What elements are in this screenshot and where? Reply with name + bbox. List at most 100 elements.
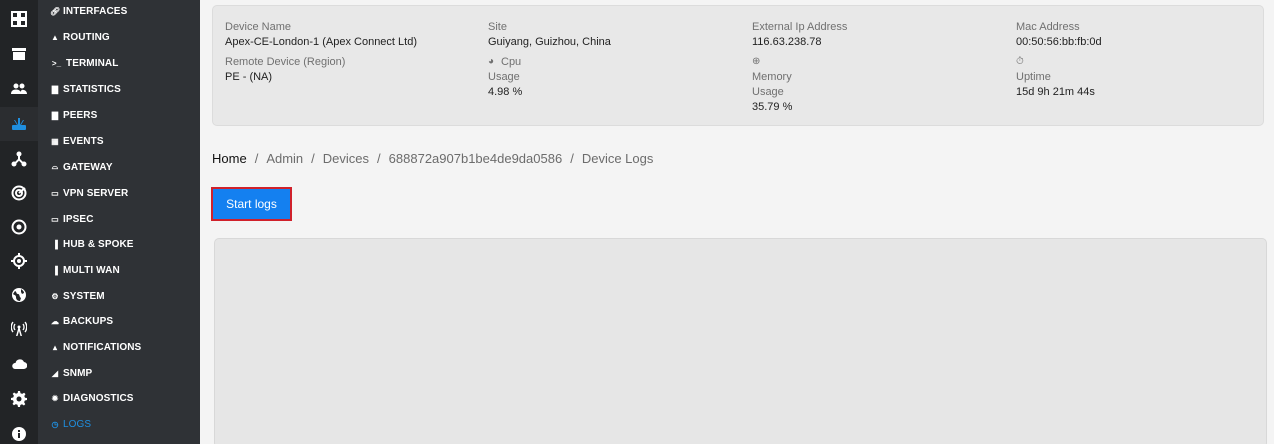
submenu-item-label: HUB & SPOKE: [63, 238, 134, 250]
mac-address-value: 00:50:56:bb:fb:0d: [1016, 36, 1102, 48]
submenu-item-logs[interactable]: ◷ LOGS: [50, 416, 91, 432]
info-icon[interactable]: [0, 417, 38, 444]
bug-icon: ✹: [51, 393, 59, 403]
memory-usage-label: Usage: [752, 86, 784, 98]
server-icon: ▭: [51, 214, 59, 224]
books-icon: ▐: [52, 265, 58, 275]
site-label: Site: [488, 21, 507, 33]
submenu-item-label: ROUTING: [63, 31, 110, 43]
submenu-item-label: NOTIFICATIONS: [63, 341, 142, 353]
uptime-value: 15d 9h 21m 44s: [1016, 86, 1095, 98]
breadcrumb-separator: /: [377, 150, 381, 166]
submenu-item-ipsec[interactable]: ▭ IPSEC: [50, 211, 94, 227]
submenu-item-snmp[interactable]: ◢ SNMP: [50, 365, 92, 381]
cpu-label: Cpu: [501, 56, 522, 68]
gauge-icon: ◕: [488, 56, 495, 67]
start-logs-button[interactable]: Start logs: [211, 187, 292, 221]
submenu-item-vpn-server[interactable]: ▭ VPN SERVER: [50, 185, 128, 201]
device-name-label: Device Name: [225, 21, 292, 33]
breadcrumb-current: Device Logs: [581, 150, 654, 166]
uptime-label: Uptime: [1016, 71, 1051, 83]
signal-icon: ◢: [51, 368, 59, 378]
antenna-icon[interactable]: [0, 312, 38, 346]
breadcrumb-admin[interactable]: Admin: [266, 151, 303, 166]
submenu-item-system[interactable]: ⚙︎ SYSTEM: [50, 288, 105, 304]
clock-icon: ◷: [51, 419, 59, 429]
remote-device-value: PE - (NA): [225, 71, 273, 83]
submenu-item-routing[interactable]: ▲ ROUTING: [50, 29, 110, 45]
memory-usage-value: 35.79 %: [752, 101, 793, 113]
submenu-item-label: SYSTEM: [63, 290, 105, 302]
breadcrumb-home[interactable]: Home: [212, 151, 247, 166]
submenu-item-hub-spoke[interactable]: ▐ HUB & SPOKE: [50, 236, 134, 252]
users-icon[interactable]: [0, 72, 38, 106]
breadcrumb-devices[interactable]: Devices: [323, 151, 369, 166]
topology-icon[interactable]: [0, 142, 38, 176]
icon-rail: [0, 0, 38, 444]
submenu-item-label: GATEWAY: [63, 161, 113, 173]
terminal-icon: >_: [51, 58, 62, 68]
cloud-upload-icon: ☁︎: [50, 316, 60, 326]
submenu-item-backups[interactable]: ☁︎ BACKUPS: [50, 313, 113, 329]
submenu-item-label: VPN SERVER: [63, 187, 129, 199]
memory-icon: ⊕: [752, 56, 761, 67]
circle-dot-icon[interactable]: [0, 210, 38, 244]
external-ip-value: 116.63.238.78: [752, 36, 822, 48]
device-submenu: 🔗︎ INTERFACES ▲ ROUTING >_ TERMINAL ▇ STATIS…: [38, 0, 200, 444]
breadcrumb: Home / Admin / Devices / 688872a907b1be4…: [212, 149, 653, 167]
cpu-usage-value: 4.98 %: [488, 86, 523, 98]
submenu-item-label: DIAGNOSTICS: [63, 392, 134, 404]
site-value: Guiyang, Guizhou, China: [488, 36, 611, 48]
submenu-item-events[interactable]: ▦ EVENTS: [50, 133, 104, 149]
submenu-item-gateway[interactable]: ⌓ GATEWAY: [50, 159, 113, 175]
router-icon[interactable]: [0, 107, 38, 141]
gear-icon: ⚙︎: [51, 291, 59, 301]
device-name-value: Apex-CE-London-1 (Apex Connect Ltd): [225, 36, 417, 48]
breadcrumb-separator: /: [254, 150, 259, 166]
submenu-item-label: MULTI WAN: [63, 264, 120, 276]
books-icon: ▐: [52, 239, 58, 249]
mac-address-label: Mac Address: [1016, 21, 1080, 33]
start-logs-label: Start logs: [226, 197, 277, 211]
stopwatch-icon: ⏱︎: [1016, 56, 1024, 67]
link-icon: 🔗︎: [50, 6, 61, 16]
memory-label: Memory: [752, 71, 792, 83]
submenu-item-terminal[interactable]: >_ TERMINAL: [50, 55, 119, 71]
breadcrumb-separator: /: [570, 150, 574, 166]
submenu-item-diagnostics[interactable]: ✹ DIAGNOSTICS: [50, 390, 134, 406]
store-icon[interactable]: [0, 37, 38, 71]
globe-icon[interactable]: [0, 278, 38, 312]
submenu-item-label: STATISTICS: [63, 83, 121, 95]
submenu-item-label: INTERFACES: [63, 5, 128, 17]
bell-icon: ▴: [52, 342, 58, 352]
submenu-item-notifications[interactable]: ▴ NOTIFICATIONS: [50, 339, 141, 355]
device-info-card: Device Name Apex-CE-London-1 (Apex Conne…: [212, 5, 1264, 126]
submenu-item-label: IPSEC: [63, 213, 94, 225]
bar-chart-icon: ▇: [51, 84, 59, 94]
wifi-icon: ⌓: [51, 162, 59, 171]
location-target-icon[interactable]: [0, 244, 38, 278]
gear-icon[interactable]: [0, 382, 38, 416]
cpu-usage-label: Usage: [488, 71, 520, 83]
submenu-item-multi-wan[interactable]: ▐ MULTI WAN: [50, 262, 120, 278]
submenu-item-statistics[interactable]: ▇ STATISTICS: [50, 81, 121, 97]
submenu-item-label: EVENTS: [63, 135, 104, 147]
external-ip-label: External Ip Address: [752, 21, 848, 33]
log-output-panel: [214, 238, 1267, 444]
calendar-icon: ▦: [51, 136, 59, 146]
remote-device-label: Remote Device (Region): [225, 56, 346, 68]
dashboard-icon[interactable]: [0, 2, 38, 36]
submenu-item-label: LOGS: [63, 418, 92, 430]
submenu-item-interfaces[interactable]: 🔗︎ INTERFACES: [50, 3, 127, 19]
bar-chart-icon: ▇: [51, 110, 59, 120]
cloud-icon[interactable]: [0, 347, 38, 381]
submenu-item-peers[interactable]: ▇ PEERS: [50, 107, 97, 123]
road-icon: ▲: [50, 32, 60, 42]
breadcrumb-separator: /: [311, 150, 315, 166]
radar-icon[interactable]: [0, 176, 38, 210]
submenu-item-label: PEERS: [63, 109, 98, 121]
submenu-item-label: SNMP: [63, 367, 93, 379]
server-icon: ▭: [51, 188, 59, 198]
breadcrumb-device-id[interactable]: 688872a907b1be4de9da0586: [389, 151, 563, 166]
submenu-item-label: TERMINAL: [66, 57, 119, 69]
